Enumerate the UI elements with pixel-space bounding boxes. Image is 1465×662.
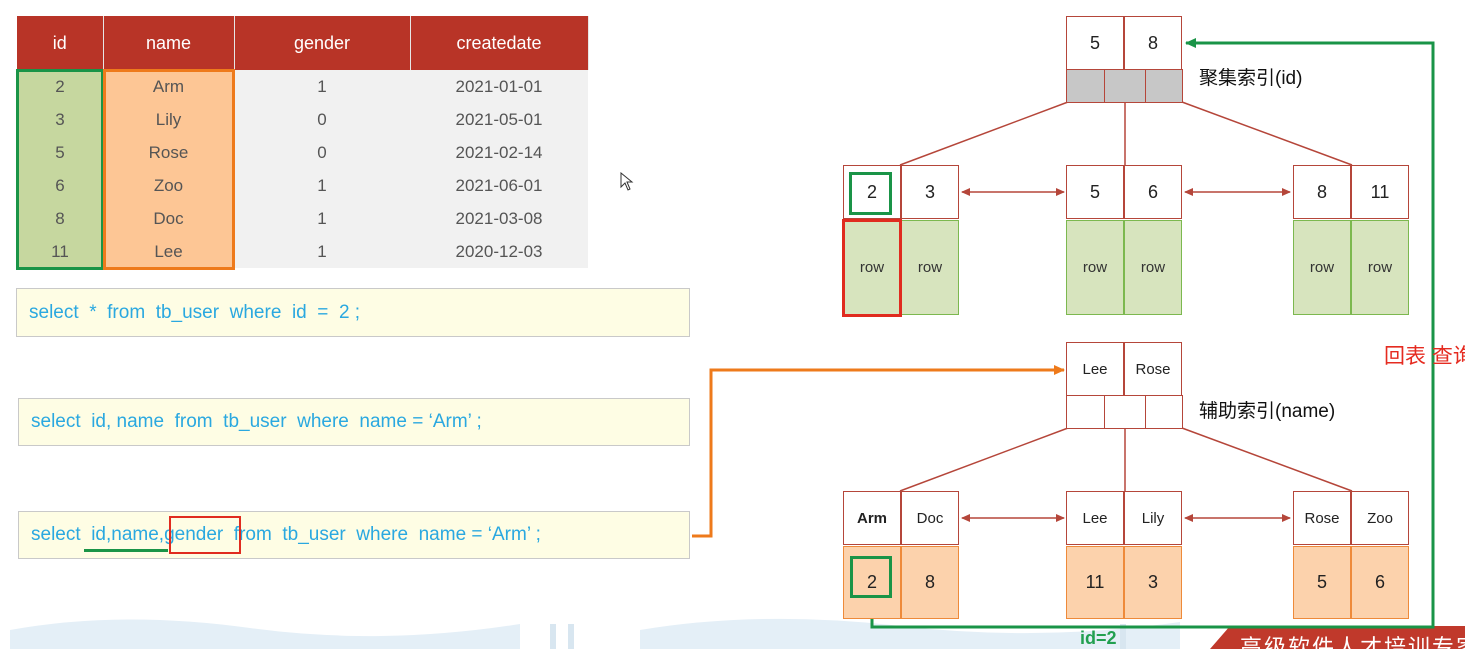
secondary-leaf-key: Lily [1124, 491, 1182, 545]
diagram-connectors [692, 38, 1435, 629]
clustered-leaf-key: 5 [1066, 165, 1124, 219]
secondary-value-cell: 11 [1066, 546, 1124, 619]
clustered-row-cell: row [1066, 220, 1124, 315]
secondary-index-label: 辅助索引(name) [1199, 401, 1336, 422]
clustered-root-pointer [1104, 69, 1146, 103]
secondary-root-key: Rose [1124, 342, 1182, 396]
clustered-leaf-key: 6 [1124, 165, 1182, 219]
row-2-highlight [842, 219, 902, 317]
secondary-leaf-key: Doc [901, 491, 959, 545]
secondary-value-cell: 6 [1351, 546, 1409, 619]
secondary-value-cell: 3 [1124, 546, 1182, 619]
secondary-leaf-key: Lee [1066, 491, 1124, 545]
clustered-row-cell: row [1124, 220, 1182, 315]
clustered-root-pointer [1066, 69, 1105, 103]
secondary-root-pointer [1066, 395, 1105, 429]
clustered-leaf-key: 3 [901, 165, 959, 219]
clustered-root-key: 5 [1066, 16, 1124, 70]
clustered-root-key: 8 [1124, 16, 1182, 70]
back-to-table-label: 回表 查询 [1384, 345, 1465, 368]
secondary-value-cell: 5 [1293, 546, 1351, 619]
clustered-index-label: 聚集索引(id) [1199, 68, 1303, 89]
clustered-row-cell: row [901, 220, 959, 315]
secondary-root-pointer [1104, 395, 1146, 429]
value-2-highlight [850, 556, 892, 598]
secondary-leaf-key: Arm [843, 491, 901, 545]
secondary-leaf-key: Zoo [1351, 491, 1409, 545]
clustered-row-cell: row [1293, 220, 1351, 315]
clustered-row-cell: row [1351, 220, 1409, 315]
secondary-leaf-key: Rose [1293, 491, 1351, 545]
secondary-value-cell: 8 [901, 546, 959, 619]
secondary-root-key: Lee [1066, 342, 1124, 396]
clustered-root-pointer [1145, 69, 1183, 103]
id-equals-label: id=2 [1080, 628, 1117, 648]
secondary-root-pointer [1145, 395, 1183, 429]
key-2-highlight [849, 172, 892, 215]
clustered-leaf-key: 11 [1351, 165, 1409, 219]
clustered-leaf-key: 8 [1293, 165, 1351, 219]
